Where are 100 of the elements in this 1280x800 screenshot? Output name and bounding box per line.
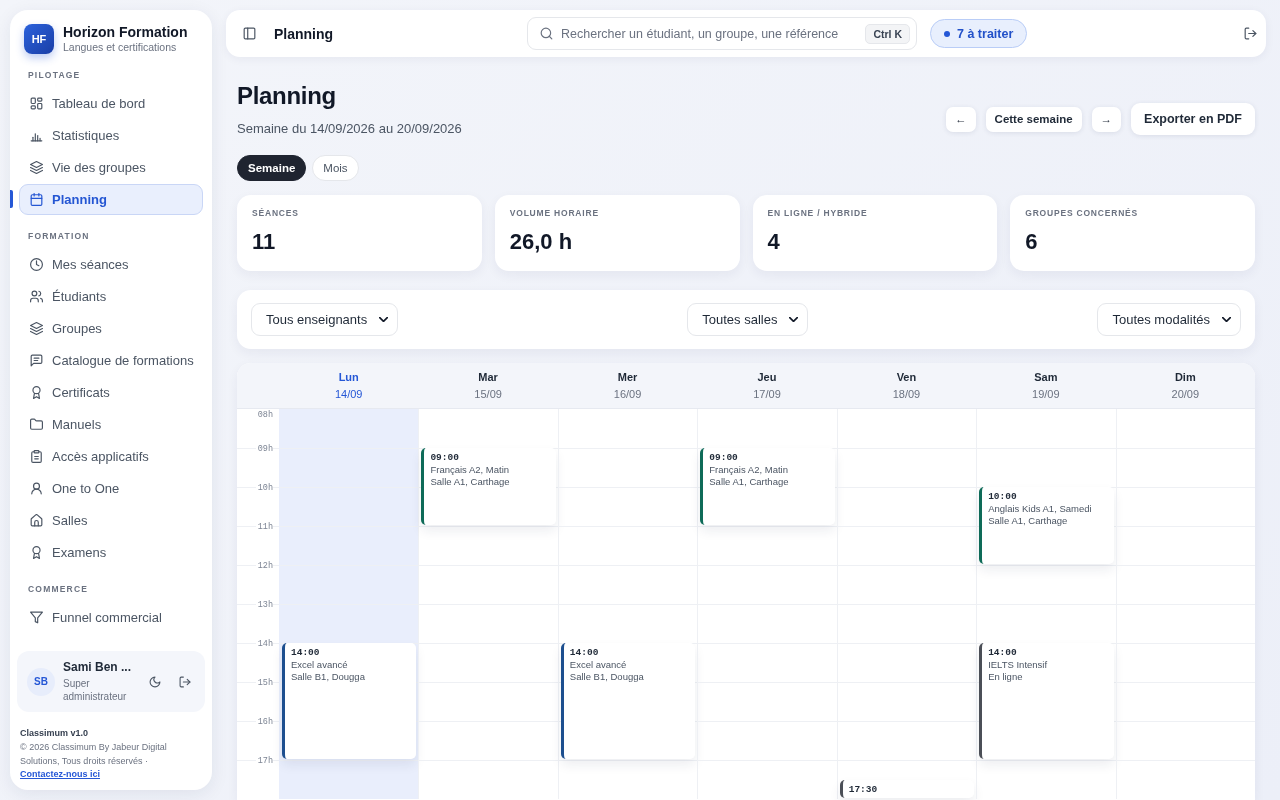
sidebar-item[interactable]: Accès applicatifs (19, 440, 203, 472)
sidebar-item[interactable]: Statistiques (19, 119, 203, 151)
app-version: Classimum v1.0 (20, 727, 89, 741)
hour-label: 15h (255, 678, 273, 688)
user-icon (30, 481, 43, 495)
view-tab[interactable]: Mois (312, 155, 359, 181)
pending-tasks-button[interactable]: 7 à traiter (930, 19, 1028, 48)
brand-logo: HF (24, 24, 54, 54)
day-name: Sam (1034, 370, 1058, 384)
stat-label: GROUPES CONCERNÉS (1025, 207, 1139, 219)
week-nav-button[interactable]: ← (946, 106, 976, 132)
shortcut-hint: Ctrl K (865, 23, 910, 44)
event-time: 09:00 (430, 452, 460, 464)
hour-label: 11h (255, 522, 273, 532)
user-avatar: SB (27, 667, 55, 696)
status-dot-icon (944, 30, 950, 37)
view-tab[interactable]: Semaine (237, 155, 307, 181)
event-time: 09:00 (709, 452, 739, 464)
event-location: Salle A1, Carthage (709, 476, 790, 488)
page-subtitle: Semaine du 14/09/2026 au 20/09/2026 (237, 120, 462, 138)
day-date: 16/09 (613, 387, 642, 401)
chevron-down-icon (1222, 317, 1231, 322)
moon-icon[interactable] (149, 675, 161, 688)
event-title: Excel avancé (291, 659, 349, 671)
event-title: Français A2, Matin (709, 464, 789, 476)
logout-icon[interactable] (1244, 27, 1257, 40)
sidebar-item[interactable]: One to One (19, 472, 203, 504)
chevron-down-icon (379, 317, 389, 322)
day-date: 14/09 (334, 387, 363, 401)
stat-value: 4 (767, 229, 780, 255)
event-card[interactable]: 17:30 (839, 779, 975, 798)
nav-section-title: PILOTAGE (28, 69, 81, 81)
event-location: En ligne (988, 671, 1024, 683)
filter-dropdown[interactable]: Toutes modalités (1097, 303, 1241, 336)
event-card[interactable]: 14:00 IELTS Intensif En ligne (979, 643, 1114, 759)
sidebar-item[interactable]: Examens (19, 536, 203, 568)
day-name: Mar (478, 370, 498, 384)
page-title: Planning (237, 81, 336, 111)
layers-icon (30, 160, 43, 174)
stat-value: 26,0 h (509, 229, 573, 255)
stat-value: 11 (252, 229, 276, 255)
nav-section-title: FORMATION (28, 230, 90, 242)
sidebar-item[interactable]: Salles (19, 504, 203, 536)
search-icon (540, 27, 553, 40)
day-date: 15/09 (474, 387, 502, 401)
sidebar-toggle-icon[interactable] (243, 27, 256, 40)
search-bar[interactable]: Rechercher un étudiant, un groupe, une référence Ctrl K (527, 17, 917, 50)
copyright-text: © 2026 Classimum By Jabeur Digital Solutions, Tous droits réservés · Contactez-nous ici (20, 740, 168, 782)
award-icon (30, 545, 43, 559)
day-date: 20/09 (1171, 387, 1200, 401)
event-location: Salle B1, Dougga (291, 671, 366, 683)
event-location: Salle B1, Dougga (569, 671, 645, 683)
day-name: Lun (338, 370, 359, 384)
event-card[interactable]: 10:00 Anglais Kids A1, Samedi Salle A1, Carthage (979, 487, 1114, 564)
users-icon (30, 289, 43, 303)
sidebar-item[interactable]: Planning (19, 183, 203, 215)
event-card[interactable]: 09:00 Français A2, Matin Salle A1, Carthage (700, 448, 835, 525)
day-date: 18/09 (892, 387, 921, 401)
event-card[interactable]: 09:00 Français A2, Matin Salle A1, Carthage (421, 448, 556, 525)
calendar-icon (30, 192, 43, 206)
topbar-title: Planning (274, 25, 334, 42)
active-indicator (10, 190, 13, 208)
hour-label: 09h (255, 444, 273, 454)
stat-label: EN LIGNE / HYBRIDE (767, 207, 868, 219)
award-icon (30, 385, 43, 399)
search-input[interactable]: Rechercher un étudiant, un groupe, une référence (561, 26, 858, 41)
week-nav-button[interactable]: Cette semaine (985, 106, 1082, 132)
sidebar-item[interactable]: Groupes (19, 312, 203, 344)
event-title: Anglais Kids A1, Samedi (988, 503, 1093, 515)
day-date: 19/09 (1032, 387, 1060, 401)
event-title: Français A2, Matin (430, 464, 511, 476)
sidebar-item[interactable]: Catalogue de formations (19, 344, 205, 376)
logout-icon[interactable] (179, 675, 191, 688)
export-button[interactable]: Exporter en PDF (1131, 103, 1255, 135)
event-time: 10:00 (988, 491, 1018, 503)
hour-label: 12h (255, 561, 273, 571)
brand-tagline: Langues et certifications (63, 41, 178, 54)
sidebar-item[interactable]: Manuels (19, 408, 203, 440)
contact-link[interactable]: Contactez-nous ici (20, 769, 100, 780)
chevron-down-icon (789, 317, 799, 322)
filter-dropdown[interactable]: Toutes salles (687, 303, 809, 336)
clock-icon (30, 257, 43, 271)
event-card[interactable]: 14:00 Excel avancé Salle B1, Dougga (560, 643, 696, 759)
week-nav-button[interactable]: → (1091, 106, 1122, 132)
sidebar-item[interactable]: Étudiants (19, 280, 203, 312)
filter-dropdown[interactable]: Tous enseignants (251, 303, 399, 336)
event-card[interactable]: 14:00 Excel avancé Salle B1, Dougga (282, 643, 417, 759)
event-time: 17:30 (848, 783, 879, 796)
user-role: Super administrateur (63, 677, 128, 704)
sidebar-item[interactable]: Certificats (19, 376, 203, 408)
sidebar-item[interactable]: Funnel commercial (19, 601, 203, 633)
grid-icon (30, 96, 43, 110)
event-location: Salle A1, Carthage (988, 515, 1069, 527)
home-icon (30, 513, 43, 527)
nav-section-title: COMMERCE (28, 583, 89, 595)
hour-label: 13h (255, 600, 273, 610)
sidebar-item[interactable]: Mes séances (19, 248, 203, 280)
sidebar-item[interactable]: Tableau de bord (19, 87, 203, 119)
sidebar-item[interactable]: Vie des groupes (19, 151, 203, 183)
hour-label: 17h (255, 756, 273, 766)
